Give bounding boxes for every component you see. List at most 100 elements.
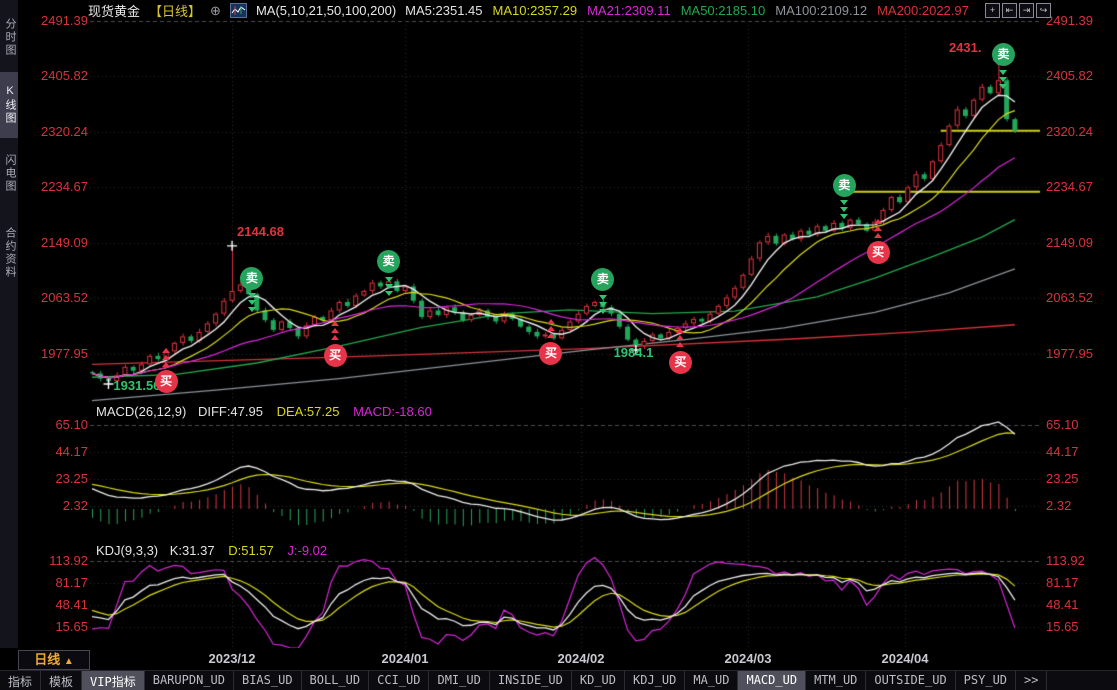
x-axis-row: 日线 ▲ 2023/122024/012024/022024/032024/04 bbox=[0, 648, 1117, 671]
kdj-j-value: J:-9.02 bbox=[287, 543, 327, 558]
y-axis-label-right: 81.17 bbox=[1046, 575, 1079, 590]
period-selector[interactable]: 日线 ▲ bbox=[18, 650, 90, 670]
indicator-tab-mtm_ud[interactable]: MTM_UD bbox=[806, 671, 866, 690]
y-axis-label-left: 2063.52 bbox=[20, 290, 88, 305]
indicator-tab-bar: 指标模板VIP指标BARUPDN_UDBIAS_UDBOLL_UDCCI_UDD… bbox=[0, 670, 1117, 690]
indicator-tab-outside_ud[interactable]: OUTSIDE_UD bbox=[866, 671, 955, 690]
y-axis-label-right: 48.41 bbox=[1046, 597, 1079, 612]
indicator-tab-kdj_ud[interactable]: KDJ_UD bbox=[625, 671, 685, 690]
pane-shift-right-icon[interactable]: ⇥ bbox=[1019, 3, 1034, 18]
period-selector-label: 日线 bbox=[34, 652, 60, 667]
sidebar-item-3[interactable]: 闪电图 bbox=[0, 140, 18, 206]
left-sidebar: 分时图 K线图闪电图合约资料 bbox=[0, 0, 18, 648]
x-axis-date-label: 2024/01 bbox=[382, 651, 429, 666]
buy-arrow-icon bbox=[874, 226, 882, 231]
sell-arrow-icon bbox=[385, 284, 393, 289]
buy-signal-marker: 买 bbox=[324, 344, 347, 367]
buy-arrow-icon bbox=[676, 328, 684, 333]
buy-signal-marker: 买 bbox=[669, 351, 692, 374]
kdj-d-value: D:51.57 bbox=[228, 543, 274, 558]
ma-values-group: MA5:2351.45MA10:2357.29MA21:2309.11MA50:… bbox=[405, 3, 979, 18]
y-axis-label-left: 2405.82 bbox=[20, 68, 88, 83]
macd-dea-value: DEA:57.25 bbox=[277, 404, 340, 419]
buy-arrow-icon bbox=[162, 355, 170, 360]
indicator-tab-boll_ud[interactable]: BOLL_UD bbox=[302, 671, 370, 690]
y-axis-label-right: 113.92 bbox=[1046, 553, 1085, 568]
y-axis-label-right: 65.10 bbox=[1046, 417, 1079, 432]
y-axis-label-left: 1977.95 bbox=[20, 346, 88, 361]
sidebar-item-1[interactable]: 分时图 bbox=[0, 4, 18, 70]
indicator-collapse-icon[interactable]: ⊕ bbox=[210, 3, 221, 19]
buy-arrow-icon bbox=[874, 233, 882, 238]
buy-arrow-icon bbox=[547, 326, 555, 331]
macd-panel-header: MACD(26,12,9) DIFF:47.95 DEA:57.25 MACD:… bbox=[96, 404, 432, 419]
buy-arrow-icon bbox=[547, 319, 555, 324]
trading-app-window: 分时图 K线图闪电图合约资料 现货黄金 【日线】 ⊕ MA(5,10,21,50,… bbox=[0, 0, 1117, 690]
chart-titlebar: 现货黄金 【日线】 ⊕ MA(5,10,21,50,100,200) MA5:2… bbox=[88, 2, 995, 19]
price-annotation: 1984.1 bbox=[614, 345, 654, 360]
sell-signal-marker: 卖 bbox=[240, 267, 263, 290]
y-axis-label-right: 2405.82 bbox=[1046, 68, 1093, 83]
indicator-tab-barupdn_ud[interactable]: BARUPDN_UD bbox=[145, 671, 234, 690]
y-axis-label-right: 2491.39 bbox=[1046, 13, 1093, 28]
sell-arrow-icon bbox=[840, 207, 848, 212]
y-axis-label-right: 2234.67 bbox=[1046, 179, 1093, 194]
indicator-tab-[interactable]: 模板 bbox=[41, 671, 82, 690]
ma-value-label: MA50:2185.10 bbox=[681, 3, 766, 18]
ma-value-label: MA10:2357.29 bbox=[493, 3, 578, 18]
indicator-tab-inside_ud[interactable]: INSIDE_UD bbox=[490, 671, 572, 690]
sell-arrow-icon bbox=[599, 302, 607, 307]
indicator-tab-vip[interactable]: VIP指标 bbox=[82, 671, 145, 690]
y-axis-label-left: 2149.09 bbox=[20, 235, 88, 250]
y-axis-label-right: 2149.09 bbox=[1046, 235, 1093, 250]
sidebar-item-4[interactable]: 合约资料 bbox=[0, 208, 18, 298]
indicator-tab-[interactable]: 指标 bbox=[0, 671, 41, 690]
pane-shift-left-icon[interactable]: ⇤ bbox=[1002, 3, 1017, 18]
pan-move-icon[interactable]: + bbox=[985, 3, 1000, 18]
ma-value-label: MA200:2022.97 bbox=[877, 3, 969, 18]
x-axis-date-label: 2024/04 bbox=[882, 651, 929, 666]
buy-arrow-icon bbox=[547, 333, 555, 338]
indicator-tab-psy_ud[interactable]: PSY_UD bbox=[956, 671, 1016, 690]
sell-arrow-icon bbox=[248, 307, 256, 312]
macd-macd-value: MACD:-18.60 bbox=[353, 404, 432, 419]
sell-arrow-icon bbox=[840, 200, 848, 205]
ma-value-label: MA100:2109.12 bbox=[775, 3, 867, 18]
indicator-tab-dmi_ud[interactable]: DMI_UD bbox=[429, 671, 489, 690]
y-axis-label-left: 15.65 bbox=[20, 619, 88, 634]
macd-formula: MACD(26,12,9) bbox=[96, 404, 186, 419]
indicator-tab-kd_ud[interactable]: KD_UD bbox=[572, 671, 625, 690]
pop-out-icon[interactable]: ↪ bbox=[1036, 3, 1051, 18]
kdj-panel-header: KDJ(9,3,3) K:31.37 D:51.57 J:-9.02 bbox=[96, 543, 327, 558]
sell-arrow-icon bbox=[248, 300, 256, 305]
sell-arrow-icon bbox=[599, 309, 607, 314]
sidebar-item-2[interactable]: K线图 bbox=[0, 72, 18, 138]
indicator-tab-cci_ud[interactable]: CCI_UD bbox=[369, 671, 429, 690]
buy-arrow-icon bbox=[331, 328, 339, 333]
y-axis-label-right: 2063.52 bbox=[1046, 290, 1093, 305]
kdj-k-value: K:31.37 bbox=[170, 543, 215, 558]
buy-arrow-icon bbox=[874, 219, 882, 224]
price-annotation: 1931.56 bbox=[113, 378, 160, 393]
y-axis-label-left: 113.92 bbox=[20, 553, 88, 568]
indicator-tab-ma_ud[interactable]: MA_UD bbox=[685, 671, 738, 690]
sell-signal-marker: 卖 bbox=[833, 174, 856, 197]
buy-signal-marker: 买 bbox=[867, 241, 890, 264]
buy-arrow-icon bbox=[676, 342, 684, 347]
price-annotation: 2431. bbox=[949, 40, 982, 55]
kdj-formula: KDJ(9,3,3) bbox=[96, 543, 158, 558]
x-axis-date-label: 2024/03 bbox=[725, 651, 772, 666]
indicator-tab-macd_ud[interactable]: MACD_UD bbox=[738, 671, 806, 690]
y-axis-label-left: 81.17 bbox=[20, 575, 88, 590]
y-axis-label-left: 2.32 bbox=[20, 498, 88, 513]
y-axis-label-right: 23.25 bbox=[1046, 471, 1079, 486]
symbol-title: 现货黄金 bbox=[88, 1, 140, 20]
y-axis-label-right: 44.17 bbox=[1046, 444, 1079, 459]
sell-arrow-icon bbox=[385, 291, 393, 296]
sell-arrow-icon bbox=[999, 77, 1007, 82]
tabs-more-button[interactable]: >> bbox=[1016, 671, 1047, 690]
chart-window-controls: +⇤⇥↪ bbox=[985, 3, 1051, 18]
kline-chart-icon[interactable] bbox=[230, 3, 247, 18]
sell-arrow-icon bbox=[599, 295, 607, 300]
indicator-tab-bias_ud[interactable]: BIAS_UD bbox=[234, 671, 302, 690]
